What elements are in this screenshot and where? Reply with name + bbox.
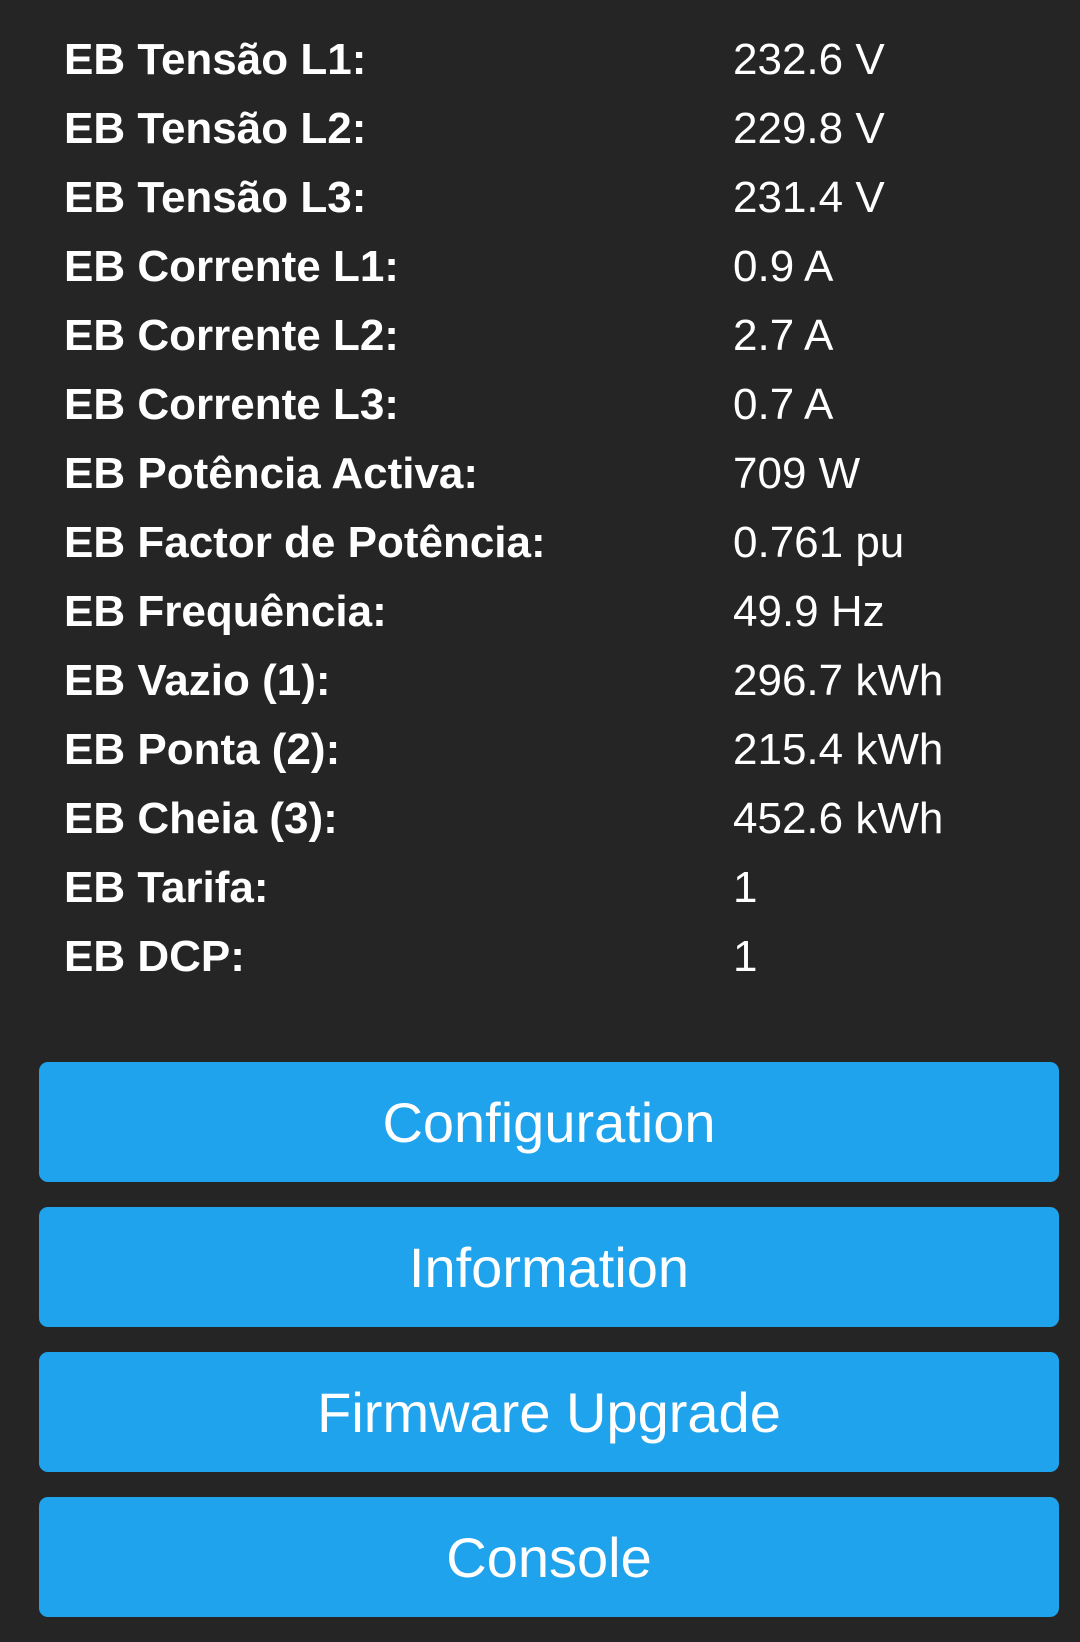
reading-row-frequency: EB Frequência: 49.9 Hz — [64, 577, 1024, 646]
reading-value: 231.4 V — [733, 172, 885, 222]
reading-label: EB Vazio (1): — [64, 655, 331, 705]
menu-buttons: Configuration Information Firmware Upgra… — [39, 1062, 1059, 1642]
reading-label: EB Potência Activa: — [64, 448, 479, 498]
reading-row-ponta: EB Ponta (2): 215.4 kWh — [64, 715, 1024, 784]
reading-row-current-l1: EB Corrente L1: 0.9 A — [64, 232, 1024, 301]
configuration-button[interactable]: Configuration — [39, 1062, 1059, 1182]
reading-row-vazio: EB Vazio (1): 296.7 kWh — [64, 646, 1024, 715]
reading-value: 1 — [733, 931, 758, 981]
reading-row-active-power: EB Potência Activa: 709 W — [64, 439, 1024, 508]
reading-label: EB Tarifa: — [64, 862, 269, 912]
reading-row-cheia: EB Cheia (3): 452.6 kWh — [64, 784, 1024, 853]
reading-label: EB Corrente L2: — [64, 310, 399, 360]
reading-label: EB Cheia (3): — [64, 793, 338, 843]
reading-label: EB Frequência: — [64, 586, 387, 636]
reading-value: 1 — [733, 862, 758, 912]
reading-label: EB Tensão L3: — [64, 172, 367, 222]
readings-table: EB Tensão L1: 232.6 V EB Tensão L2: 229.… — [64, 25, 1024, 991]
information-button[interactable]: Information — [39, 1207, 1059, 1327]
reading-value: 229.8 V — [733, 103, 885, 153]
reading-row-current-l2: EB Corrente L2: 2.7 A — [64, 301, 1024, 370]
reading-value: 0.7 A — [733, 379, 834, 429]
reading-label: EB Tensão L1: — [64, 34, 367, 84]
reading-value: 296.7 kWh — [733, 655, 944, 705]
reading-value: 0.9 A — [733, 241, 834, 291]
reading-row-voltage-l1: EB Tensão L1: 232.6 V — [64, 25, 1024, 94]
reading-row-tarifa: EB Tarifa: 1 — [64, 853, 1024, 922]
reading-row-voltage-l2: EB Tensão L2: 229.8 V — [64, 94, 1024, 163]
reading-value: 2.7 A — [733, 310, 834, 360]
reading-value: 215.4 kWh — [733, 724, 944, 774]
reading-label: EB DCP: — [64, 931, 245, 981]
reading-value: 709 W — [733, 448, 861, 498]
reading-value: 49.9 Hz — [733, 586, 885, 636]
reading-label: EB Tensão L2: — [64, 103, 367, 153]
reading-label: EB Corrente L1: — [64, 241, 399, 291]
reading-row-dcp: EB DCP: 1 — [64, 922, 1024, 991]
reading-label: EB Factor de Potência: — [64, 517, 546, 567]
reading-row-power-factor: EB Factor de Potência: 0.761 pu — [64, 508, 1024, 577]
reading-row-voltage-l3: EB Tensão L3: 231.4 V — [64, 163, 1024, 232]
console-button[interactable]: Console — [39, 1497, 1059, 1617]
reading-value: 232.6 V — [733, 34, 885, 84]
firmware-upgrade-button[interactable]: Firmware Upgrade — [39, 1352, 1059, 1472]
reading-value: 452.6 kWh — [733, 793, 944, 843]
reading-label: EB Ponta (2): — [64, 724, 341, 774]
reading-label: EB Corrente L3: — [64, 379, 399, 429]
reading-row-current-l3: EB Corrente L3: 0.7 A — [64, 370, 1024, 439]
reading-value: 0.761 pu — [733, 517, 905, 567]
